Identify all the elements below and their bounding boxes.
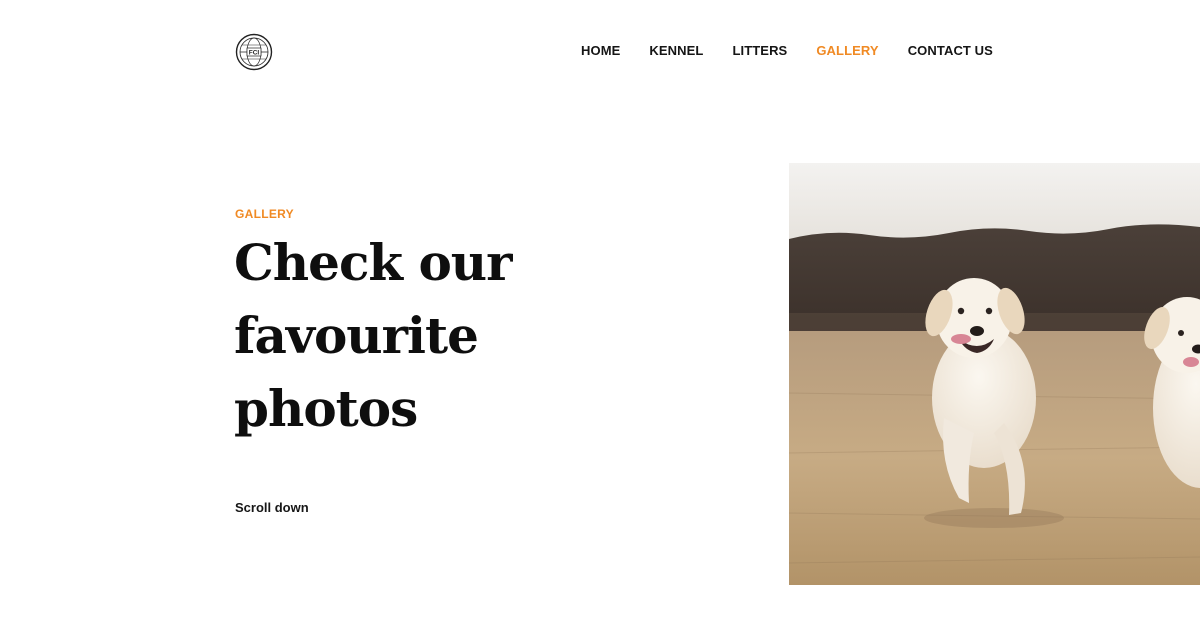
page-headline: Check our favourite photos — [234, 226, 594, 445]
fci-logo-icon: FCI — [235, 33, 273, 71]
nav-item-home[interactable]: HOME — [581, 43, 620, 59]
nav-item-litters[interactable]: LITTERS — [732, 43, 787, 59]
fci-logo[interactable]: FCI — [235, 33, 273, 71]
svg-text:FCI: FCI — [249, 50, 260, 57]
main-nav: HOME KENNEL LITTERS GALLERY CONTACT US — [581, 43, 1022, 59]
scroll-down-link[interactable]: Scroll down — [235, 500, 309, 515]
nav-item-contact-us[interactable]: CONTACT US — [908, 43, 993, 59]
hero-photo — [789, 163, 1200, 585]
headline-line: photos — [234, 379, 418, 438]
headline-line: Check our — [234, 233, 512, 292]
nav-item-kennel[interactable]: KENNEL — [649, 43, 703, 59]
headline-line: favourite — [234, 306, 479, 365]
nav-item-gallery[interactable]: GALLERY — [816, 43, 878, 59]
dogs-photo-image — [789, 163, 1200, 585]
section-eyebrow: GALLERY — [235, 207, 294, 221]
